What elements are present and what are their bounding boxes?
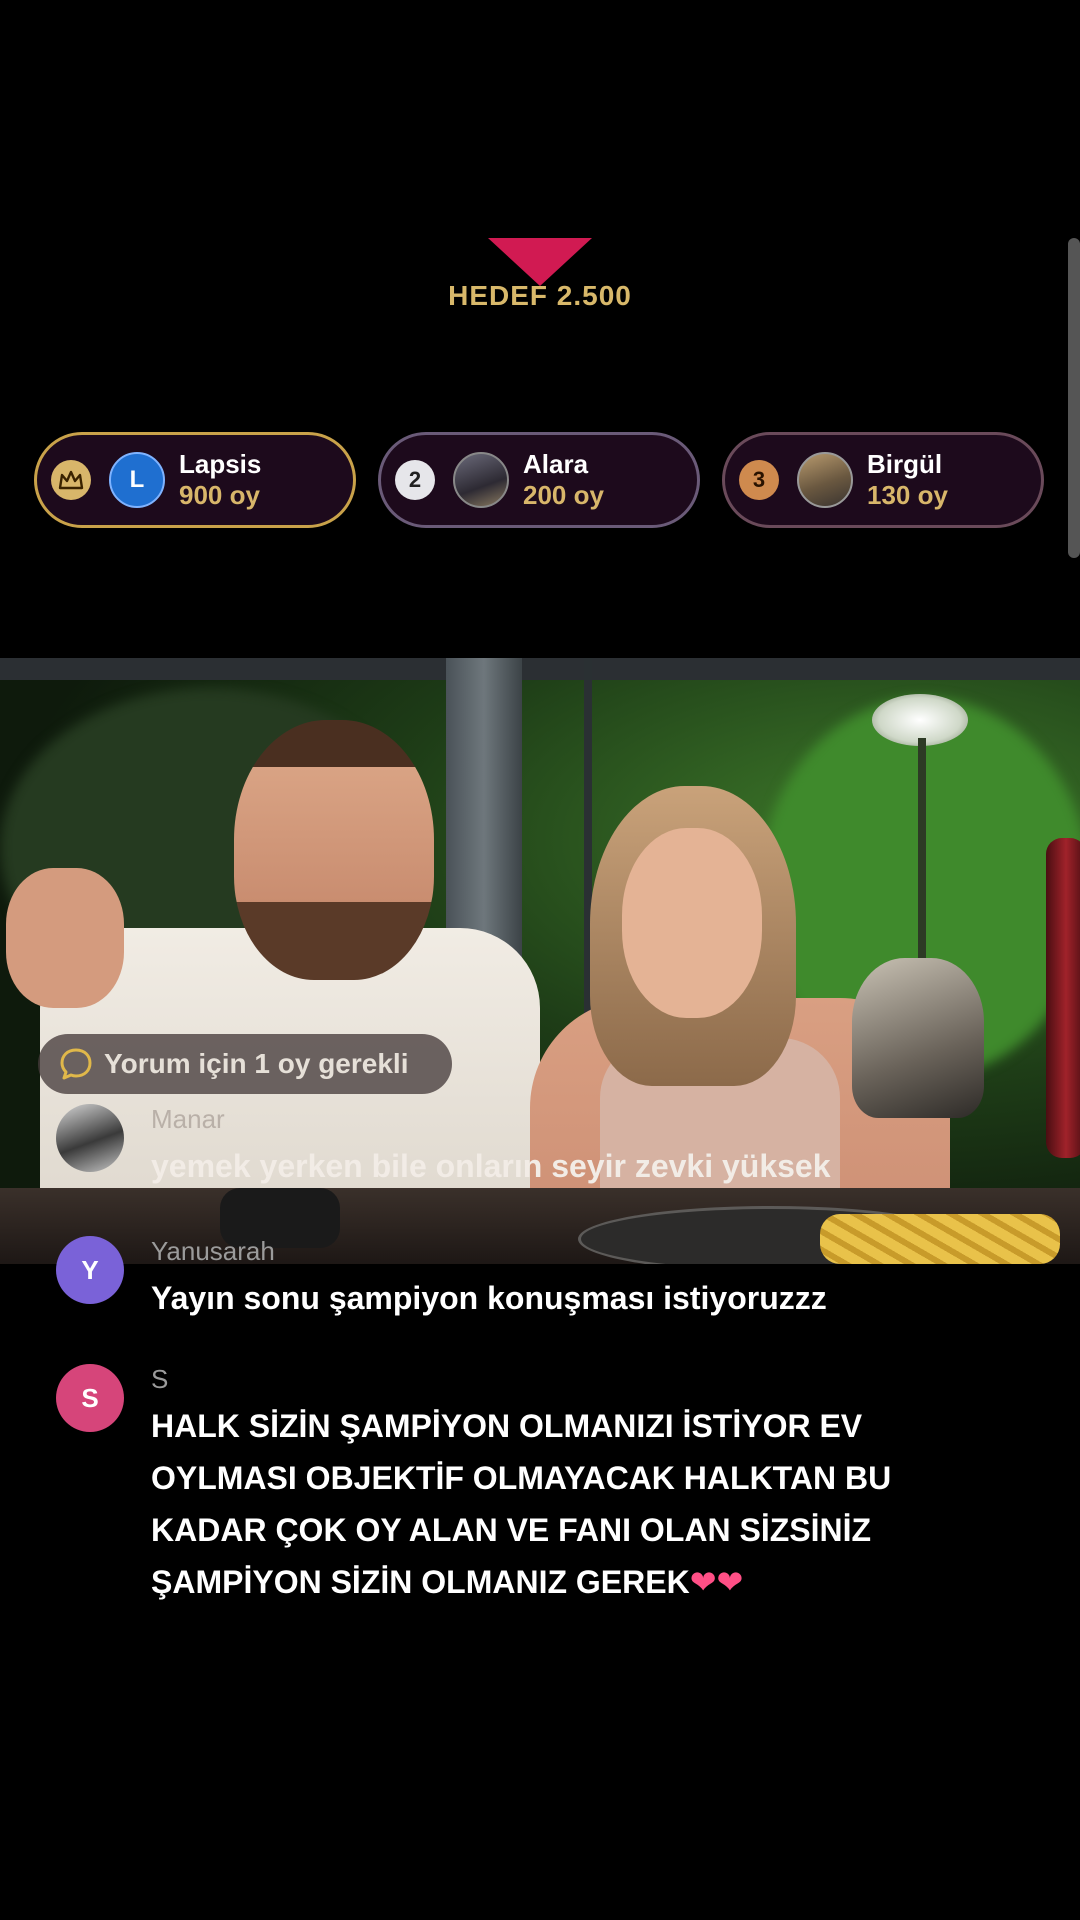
cat: [852, 958, 984, 1118]
chat-text: Yayın sonu şampiyon konuşması istiyoruzz…: [151, 1280, 827, 1316]
avatar: S: [56, 1364, 124, 1432]
leaderboard-item-3[interactable]: 3 Birgül 130 oy: [722, 432, 1044, 528]
avatar: Y: [56, 1236, 124, 1304]
person-man-hand: [6, 868, 124, 1008]
person-woman-face: [622, 828, 762, 1018]
chat-username: S: [151, 1364, 169, 1394]
leaderboard-name: Birgül: [867, 448, 943, 479]
chat-text-content: HALK SİZİN ŞAMPİYON OLMANIZI İSTİYOR EV …: [151, 1408, 892, 1600]
avatar: [56, 1104, 124, 1172]
person-man-head: [234, 720, 434, 980]
leaderboard-item-2[interactable]: 2 Alara 200 oy: [378, 432, 700, 528]
leaderboard-item-1[interactable]: L Lapsis 900 oy: [34, 432, 356, 528]
leaderboard-name: Alara: [523, 448, 589, 479]
comment-requirement-pill[interactable]: Yorum için 1 oy gerekli: [38, 1034, 452, 1094]
goal-label: HEDEF 2.500: [448, 280, 632, 311]
leaderboard-votes: 200 oy: [523, 480, 604, 510]
bottle: [1046, 838, 1080, 1158]
heart-icons: ❤❤: [689, 1564, 744, 1600]
chat-bubble-icon: [60, 1048, 92, 1080]
chat-username: Yanusarah: [151, 1236, 275, 1266]
awning-bar: [0, 658, 1080, 680]
leaderboard-votes: 130 oy: [867, 480, 948, 510]
crown-icon: [51, 460, 91, 500]
rank-badge: 3: [739, 460, 779, 500]
avatar: L: [109, 452, 165, 508]
goal-marker-triangle: [488, 238, 592, 286]
avatar: [797, 452, 853, 508]
chat-username: Manar: [151, 1104, 225, 1134]
leaderboard-votes: 900 oy: [179, 480, 260, 510]
comment-requirement-text: Yorum için 1 oy gerekli: [104, 1048, 409, 1079]
fries: [820, 1214, 1060, 1264]
avatar: [453, 452, 509, 508]
chat-text: HALK SİZİN ŞAMPİYON OLMANIZI İSTİYOR EV …: [151, 1400, 951, 1608]
leaderboard-name: Lapsis: [179, 448, 262, 479]
rank-badge: 2: [395, 460, 435, 500]
chat-text: yemek yerken bile onların seyir zevki yü…: [151, 1148, 831, 1184]
scrollbar[interactable]: [1068, 238, 1080, 558]
